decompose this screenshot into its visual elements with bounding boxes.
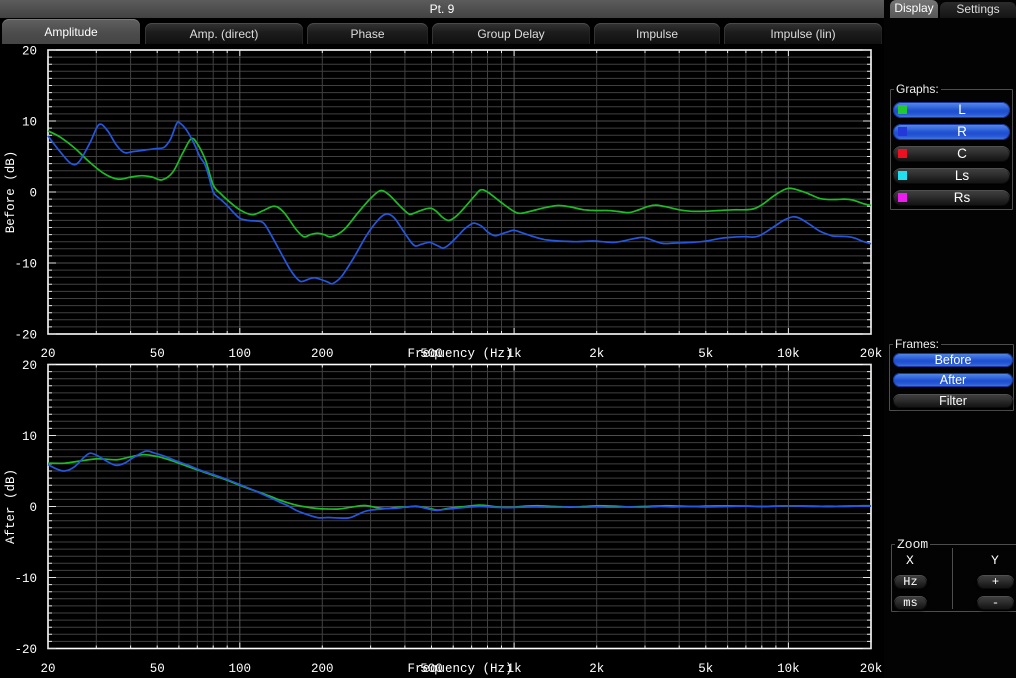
svg-text:20: 20: [40, 347, 55, 361]
svg-text:20: 20: [40, 662, 55, 676]
svg-text:10: 10: [22, 116, 37, 130]
svg-text:10k: 10k: [777, 662, 800, 676]
svg-text:Before (dB): Before (dB): [4, 151, 18, 234]
svg-text:5k: 5k: [698, 347, 713, 361]
svg-text:0: 0: [29, 501, 37, 515]
svg-text:200: 200: [311, 347, 334, 361]
svg-text:5k: 5k: [698, 662, 713, 676]
svg-text:200: 200: [311, 662, 334, 676]
svg-text:50: 50: [150, 347, 165, 361]
svg-text:10: 10: [22, 430, 37, 444]
svg-text:-10: -10: [14, 572, 37, 586]
svg-text:Frequency (Hz): Frequency (Hz): [407, 662, 512, 676]
svg-text:20: 20: [22, 359, 37, 373]
svg-text:50: 50: [150, 662, 165, 676]
svg-text:0: 0: [29, 187, 37, 201]
svg-text:-20: -20: [14, 643, 37, 657]
svg-text:2k: 2k: [589, 662, 604, 676]
svg-text:2k: 2k: [589, 347, 604, 361]
svg-text:100: 100: [229, 347, 252, 361]
svg-text:20: 20: [22, 45, 37, 59]
svg-text:-20: -20: [14, 329, 37, 343]
svg-text:20k: 20k: [860, 347, 883, 361]
svg-text:Frequency (Hz): Frequency (Hz): [407, 347, 512, 361]
svg-text:After (dB): After (dB): [4, 469, 18, 544]
svg-text:100: 100: [229, 662, 252, 676]
svg-text:-10: -10: [14, 258, 37, 272]
svg-text:20k: 20k: [860, 662, 883, 676]
svg-text:10k: 10k: [777, 347, 800, 361]
